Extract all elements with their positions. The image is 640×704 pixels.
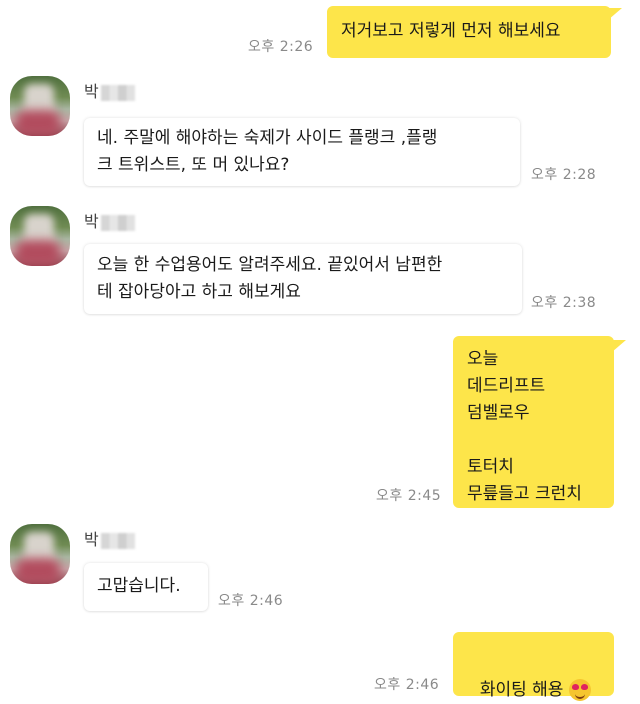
sender-name: 박 bbox=[84, 208, 135, 232]
bubble-tail bbox=[608, 8, 622, 20]
message-bubble-other[interactable]: 오늘 한 수업용어도 알려주세요. 끝있어서 남편한 테 잡아당아고 하고 해보… bbox=[84, 244, 522, 314]
sender-name: 박 bbox=[84, 78, 135, 102]
message-bubble-other[interactable]: 네. 주말에 해야하는 숙제가 사이드 플랭크 ,플랭 크 트위스트, 또 머 … bbox=[84, 118, 520, 186]
heart-eyes-emoji bbox=[569, 679, 592, 701]
blurred-name-mosaic bbox=[100, 532, 135, 549]
message-bubble-other[interactable]: 고맙습니다. bbox=[84, 563, 208, 611]
sender-name: 박 bbox=[84, 526, 135, 550]
blurred-name-mosaic bbox=[100, 214, 135, 231]
message-time: 오후 2:38 bbox=[531, 295, 597, 311]
message-time: 오후 2:46 bbox=[218, 593, 284, 609]
message-bubble-mine[interactable]: 저거보고 저렇게 먼저 해보세요 bbox=[327, 6, 611, 58]
message-time: 오후 2:26 bbox=[248, 39, 314, 55]
blurred-name-mosaic bbox=[100, 84, 135, 101]
avatar[interactable] bbox=[10, 206, 70, 266]
message-time: 오후 2:46 bbox=[374, 677, 440, 693]
avatar[interactable] bbox=[10, 524, 70, 584]
message-bubble-mine[interactable]: 화이팅 해용 bbox=[453, 632, 614, 701]
message-time: 오후 2:28 bbox=[531, 167, 597, 183]
message-bubble-mine[interactable]: 오늘 데드리프트 덤벨로우 토터치 무릎들고 크런치 bbox=[453, 336, 614, 508]
message-time: 오후 2:45 bbox=[376, 488, 442, 504]
avatar[interactable] bbox=[10, 76, 70, 136]
message-text: 화이팅 해용 bbox=[479, 680, 564, 700]
bubble-tail bbox=[612, 340, 626, 352]
